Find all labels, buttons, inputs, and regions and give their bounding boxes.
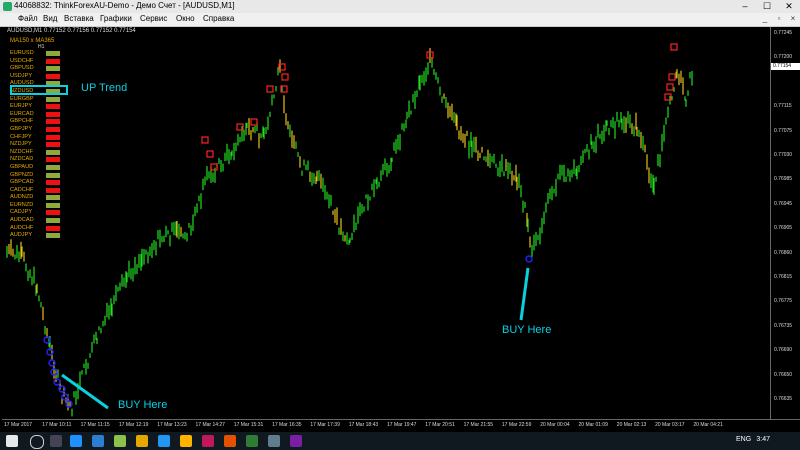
price-tick-label: 0.76650 — [774, 371, 793, 378]
search-icon[interactable] — [30, 435, 44, 449]
app-icon-2[interactable] — [158, 435, 170, 447]
time-tick-label: 17 Mar 22:59 — [501, 422, 532, 428]
time-tick-label: 17 Mar 13:23 — [157, 422, 187, 428]
price-tick-label: 0.76905 — [774, 225, 793, 232]
folder-icon[interactable] — [136, 435, 148, 447]
task-view-icon[interactable] — [50, 435, 62, 447]
time-tick-label: 20 Mar 04:21 — [693, 422, 723, 428]
price-tick-label: 0.76775 — [774, 298, 793, 305]
price-axis: 0.77245 0.77200 0.77115 0.77075 0.77030 0.769… — [770, 27, 800, 419]
app-icon-1[interactable] — [114, 435, 126, 447]
current-price-tag: 0.77154 — [771, 63, 800, 70]
time-tick-label: 20 Mar 02:13 — [616, 422, 647, 428]
price-tick-label: 0.76815 — [774, 274, 793, 280]
windows-start-icon[interactable] — [6, 435, 18, 447]
price-tick-label: 0.77200 — [774, 54, 793, 61]
time-tick-label: 17 Mar 17:39 — [310, 422, 340, 428]
app-icon-3[interactable] — [202, 435, 214, 447]
price-tick-label: 0.76735 — [774, 322, 793, 329]
price-tick-label: 0.77245 — [774, 30, 793, 36]
time-tick-label: 17 Mar 20:51 — [425, 422, 455, 428]
time-tick-label: 17 Mar 19:47 — [387, 422, 417, 428]
price-tick-label: 0.76635 — [774, 396, 793, 402]
time-tick-label: 20 Mar 01:09 — [578, 422, 608, 428]
time-tick-label: 17 Mar 18:43 — [348, 422, 379, 428]
price-tick-label: 0.77030 — [774, 152, 793, 158]
time-tick-label: 17 Mar 2017 — [4, 422, 33, 428]
time-tick-label: 17 Mar 21:55 — [463, 422, 494, 428]
price-tick-label: 0.76985 — [774, 176, 793, 183]
app-icon-4[interactable] — [224, 435, 236, 447]
arrow-right — [519, 267, 530, 321]
edge-icon[interactable] — [70, 435, 82, 447]
price-tick-label: 0.76945 — [774, 200, 793, 207]
annotation-arrows — [61, 267, 530, 410]
time-tick-label: 17 Mar 16:35 — [272, 422, 302, 428]
time-tick-label: 17 Mar 15:31 — [233, 422, 264, 428]
price-tick-label: 0.77075 — [774, 127, 793, 134]
arrow-left — [61, 373, 109, 410]
app-icon-6[interactable] — [290, 435, 302, 447]
chrome-icon[interactable] — [180, 435, 192, 447]
time-tick-label: 17 Mar 10:11 — [42, 422, 72, 428]
ie-icon[interactable] — [92, 435, 104, 447]
price-tick-label: 0.76690 — [774, 347, 793, 354]
time-axis: 17 Mar 2017 17 Mar 10:11 17 Mar 11:15 17 Ma… — [2, 419, 800, 432]
time-tick-label: 17 Mar 11:15 — [80, 422, 110, 428]
clock[interactable]: 3:47 — [756, 436, 770, 443]
time-tick-label: 20 Mar 03:17 — [655, 422, 685, 428]
app-icon-5[interactable] — [268, 435, 280, 447]
price-tick-label: 0.76860 — [774, 249, 793, 256]
metatrader-icon[interactable] — [246, 435, 258, 447]
language-indicator[interactable]: ENG — [736, 436, 751, 443]
time-tick-label: 17 Mar 14:27 — [195, 422, 225, 428]
taskbar: ENG 3:47 — [0, 432, 800, 450]
price-tick-label: 0.77115 — [774, 103, 792, 110]
time-tick-label: 20 Mar 00:04 — [540, 422, 570, 428]
time-tick-label: 17 Mar 12:19 — [118, 422, 149, 428]
